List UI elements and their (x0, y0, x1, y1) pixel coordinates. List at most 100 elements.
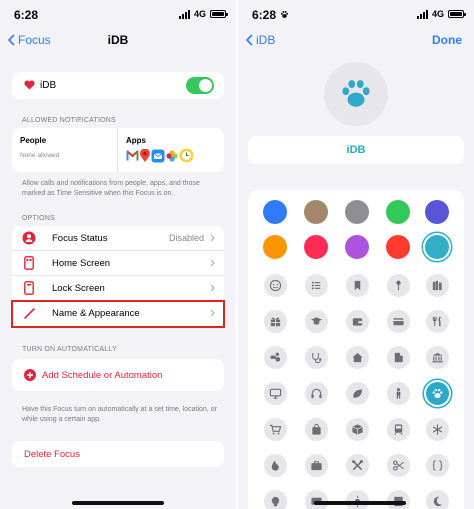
home-indicator (72, 501, 164, 505)
pin-icon (396, 280, 401, 291)
icon-option-sun-icon[interactable] (346, 490, 369, 509)
icon-option-bag-icon[interactable] (305, 418, 328, 441)
network-label: 4G (193, 9, 206, 19)
focus-toggle[interactable] (186, 77, 214, 94)
tools-icon (352, 460, 363, 471)
icon-option-headphones-icon[interactable] (305, 382, 328, 405)
add-automation-label: Add Schedule or Automation (42, 370, 163, 381)
done-button[interactable]: Done (432, 33, 462, 47)
stethoscope-icon (312, 352, 322, 364)
gift-icon (270, 317, 281, 327)
bookmark-icon (354, 280, 361, 291)
bag-icon (312, 423, 321, 435)
option-lock-screen[interactable]: Lock Screen (12, 276, 224, 301)
fork-knife-icon (432, 316, 441, 327)
icon-option-snowflake-icon[interactable] (426, 418, 449, 441)
appearance-picker (248, 190, 464, 509)
maps-icon (140, 148, 150, 162)
color-swatch[interactable] (345, 200, 369, 224)
icon-option-stethoscope-icon[interactable] (305, 346, 328, 369)
icon-option-moon-icon[interactable] (426, 490, 449, 509)
nav-bar: iDB Done (238, 28, 474, 52)
icon-option-braces-icon[interactable] (426, 454, 449, 477)
icon-option-smiley-icon[interactable] (264, 274, 287, 297)
add-circle-icon (24, 369, 36, 381)
icon-option-tv-icon[interactable] (305, 490, 328, 509)
color-swatch[interactable] (386, 200, 410, 224)
icon-option-gift-icon[interactable] (264, 310, 287, 333)
icon-option-building-icon[interactable] (387, 346, 410, 369)
back-button[interactable]: iDB (246, 33, 275, 47)
focus-toggle-card: iDB (12, 72, 224, 99)
wallet-icon (352, 318, 363, 326)
icon-option-pills-icon[interactable] (264, 346, 287, 369)
focus-settings-screen: 6:28 4G Focus iDB iDB ALLOWED NOTIFICATI… (0, 0, 236, 509)
monitor-icon (269, 388, 282, 399)
building-icon (394, 352, 403, 363)
status-icons: 4G (416, 9, 466, 19)
cart-icon (269, 424, 282, 435)
chevron-right-icon (210, 284, 215, 292)
icon-option-scissors-icon[interactable] (387, 454, 410, 477)
icon-option-fork-knife-icon[interactable] (426, 310, 449, 333)
option-label: Focus Status (52, 232, 108, 244)
color-swatch[interactable] (425, 235, 449, 259)
color-swatch[interactable] (425, 200, 449, 224)
color-swatch[interactable] (263, 235, 287, 259)
snowflake-icon (432, 424, 443, 435)
lightbulb-icon (271, 496, 280, 507)
icon-option-house-icon[interactable] (346, 346, 369, 369)
focus-icon-preview (324, 62, 388, 126)
icon-option-wallet-icon[interactable] (346, 310, 369, 333)
icon-option-monitor-icon[interactable] (264, 382, 287, 405)
icon-option-bookmark-icon[interactable] (346, 274, 369, 297)
color-swatch[interactable] (304, 200, 328, 224)
icon-option-cart-icon[interactable] (264, 418, 287, 441)
box-icon (352, 424, 363, 435)
icon-option-box-icon[interactable] (346, 418, 369, 441)
icon-option-credit-card-icon[interactable] (387, 310, 410, 333)
color-swatch[interactable] (386, 235, 410, 259)
allowed-card: People None allowed Apps (12, 128, 224, 172)
apps-tile[interactable]: Apps (118, 128, 224, 172)
color-swatch[interactable] (263, 200, 287, 224)
icon-option-books-icon[interactable] (426, 274, 449, 297)
icon-option-list-icon[interactable] (305, 274, 328, 297)
icon-option-bank-icon[interactable] (426, 346, 449, 369)
icon-option-pin-icon[interactable] (387, 274, 410, 297)
bank-icon (432, 352, 443, 363)
icon-option-film-icon[interactable] (387, 490, 410, 509)
status-bar: 6:28 4G (0, 0, 236, 28)
focus-name-field[interactable]: iDB (248, 136, 464, 164)
person-icon (396, 388, 401, 399)
icon-option-person-icon[interactable] (387, 382, 410, 405)
icon-option-paw-icon[interactable] (426, 382, 449, 405)
automation-footnote: Have this Focus turn on automatically at… (22, 406, 217, 423)
signal-icon (178, 9, 190, 19)
color-swatch[interactable] (345, 235, 369, 259)
mail-icon (151, 149, 165, 162)
status-bar: 6:28 4G (238, 0, 474, 28)
icon-option-lightbulb-icon[interactable] (264, 490, 287, 509)
leaf-icon (353, 389, 363, 398)
option-focus-status[interactable]: Focus Status Disabled (12, 226, 224, 251)
icon-option-briefcase-icon[interactable] (305, 454, 328, 477)
pills-icon (270, 352, 281, 362)
gmail-icon (126, 150, 139, 161)
people-tile[interactable]: People None allowed (12, 128, 118, 172)
icon-option-leaf-icon[interactable] (346, 382, 369, 405)
status-time: 6:28 (252, 8, 277, 22)
signal-icon (416, 9, 428, 19)
icon-option-train-icon[interactable] (387, 418, 410, 441)
add-automation-card[interactable]: Add Schedule or Automation (12, 359, 224, 391)
clock-icon (179, 148, 194, 163)
graduation-cap-icon (310, 317, 323, 325)
icon-option-graduation-cap-icon[interactable] (305, 310, 328, 333)
icon-option-flame-icon[interactable] (264, 454, 287, 477)
automation-section-label: TURN ON AUTOMATICALLY (22, 346, 117, 353)
option-home-screen[interactable]: Home Screen (12, 251, 224, 276)
color-swatch[interactable] (304, 235, 328, 259)
delete-focus-card[interactable]: Delete Focus (12, 441, 224, 467)
icon-option-tools-icon[interactable] (346, 454, 369, 477)
battery-icon (210, 10, 228, 18)
